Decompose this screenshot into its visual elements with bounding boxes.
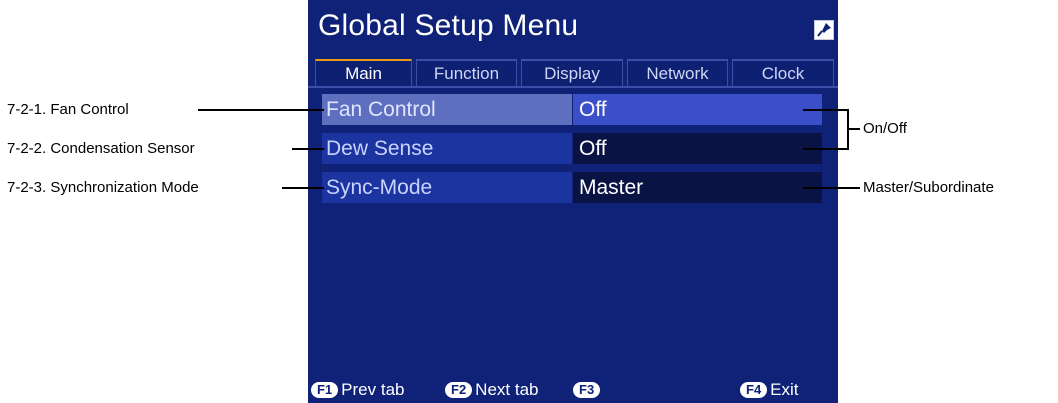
f1-label: Prev tab [341,380,405,399]
f2-badge: F2 [445,382,473,398]
row-label: Sync-Mode [322,172,572,203]
row-label: Dew Sense [322,133,572,164]
row-value[interactable]: Off [573,133,822,164]
callout-condensation-sensor: 7-2-2. Condensation Sensor [7,140,195,157]
row-fan-control[interactable]: Fan Control Off [322,94,822,125]
f2-label: Next tab [475,380,539,399]
f1-key[interactable]: F1 Prev tab [311,380,404,400]
tab-bar: Main Function Display Network Clock [308,59,838,86]
callout-synchronization-mode: 7-2-3. Synchronization Mode [7,179,199,196]
tab-display[interactable]: Display [521,59,623,86]
function-key-bar: F1 Prev tab F2 Next tab F3 F4 Exit [308,377,838,403]
callout-on-off: On/Off [863,120,907,137]
f4-key[interactable]: F4 Exit [740,380,799,400]
f3-key[interactable]: F3 [573,380,603,400]
row-value[interactable]: Off [573,94,822,125]
pin-icon[interactable] [814,20,834,40]
tab-main[interactable]: Main [315,59,412,86]
f4-badge: F4 [740,382,768,398]
row-value[interactable]: Master [573,172,822,203]
f3-badge: F3 [573,382,601,398]
f1-badge: F1 [311,382,339,398]
screen-title: Global Setup Menu [318,9,579,42]
row-label: Fan Control [322,94,572,125]
f2-key[interactable]: F2 Next tab [445,380,538,400]
tab-function[interactable]: Function [416,59,517,86]
callout-master-subordinate: Master/Subordinate [863,179,994,196]
callout-fan-control: 7-2-1. Fan Control [7,101,129,118]
tab-divider [308,86,838,88]
setup-screen: Global Setup Menu Main Function Display … [308,0,838,403]
f4-label: Exit [770,380,799,399]
pin-icon-glyph [817,23,831,37]
row-sync-mode[interactable]: Sync-Mode Master [322,172,822,203]
tab-network[interactable]: Network [627,59,728,86]
row-dew-sense[interactable]: Dew Sense Off [322,133,822,164]
tab-clock[interactable]: Clock [732,59,834,86]
